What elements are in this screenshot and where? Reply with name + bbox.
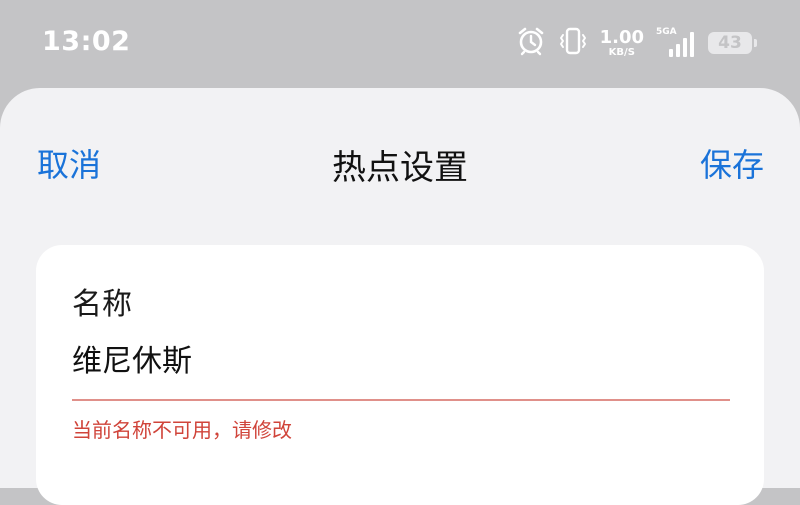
battery-level: 43 [718, 33, 742, 53]
vibrate-icon [558, 26, 588, 60]
name-input[interactable] [72, 335, 728, 381]
name-error-message: 当前名称不可用，请修改 [72, 418, 292, 442]
alarm-icon [516, 26, 546, 60]
status-bar: 13:02 1.00 KB/S 5GA 43 [0, 0, 800, 88]
signal-icon: 5GA [656, 28, 696, 58]
battery-icon: 43 [708, 32, 757, 54]
hotspot-settings-sheet: 取消 热点设置 保存 名称 当前名称不可用，请修改 [0, 88, 800, 505]
status-icons: 1.00 KB/S 5GA 43 [516, 26, 757, 60]
network-speed-unit: KB/S [608, 46, 635, 58]
name-field-card: 名称 当前名称不可用，请修改 [36, 245, 764, 505]
page-title: 热点设置 [332, 148, 468, 188]
nav-bar: 取消 热点设置 保存 [0, 88, 800, 232]
save-button[interactable]: 保存 [700, 140, 764, 186]
name-input-underline [72, 399, 730, 401]
network-speed: 1.00 KB/S [599, 26, 644, 58]
status-time: 13:02 [42, 26, 131, 57]
network-speed-value: 1.00 [599, 26, 644, 48]
name-field-label: 名称 [72, 287, 132, 322]
